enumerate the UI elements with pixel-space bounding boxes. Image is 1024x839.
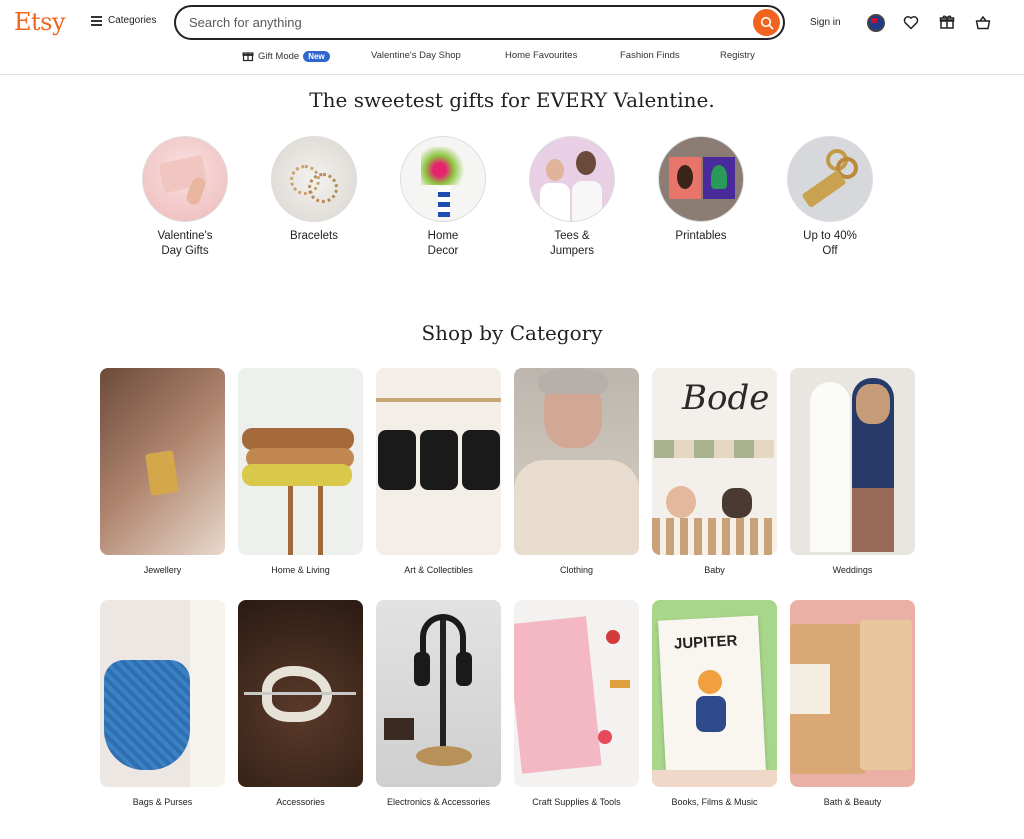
circle-image [400, 136, 486, 222]
subnav-gift-mode[interactable]: Gift Mode New [242, 50, 330, 62]
circle-label: Valentine's Day Gifts [157, 230, 213, 257]
sign-in-link[interactable]: Sign in [810, 17, 841, 28]
category-tile-craft-supplies-tools[interactable]: Craft Supplies & Tools [514, 600, 639, 807]
heart-icon [903, 15, 919, 29]
category-tile-books-films-music[interactable]: JUPITER Books, Films & Music [652, 600, 777, 807]
tile-label: Accessories [276, 797, 325, 807]
sub-navigation: Gift Mode New Valentine's Day Shop Home … [0, 50, 1024, 66]
tile-image [514, 368, 639, 555]
tile-label: Jewellery [143, 565, 182, 575]
tile-image [514, 600, 639, 787]
subnav-valentines-day-shop[interactable]: Valentine's Day Shop [371, 50, 461, 61]
tile-image [790, 600, 915, 787]
category-tile-accessories[interactable]: Accessories [238, 600, 363, 807]
tile-image [238, 368, 363, 555]
categories-button[interactable]: Categories [91, 15, 156, 26]
subnav-label: Registry [720, 50, 755, 61]
tile-image: JUPITER [652, 600, 777, 787]
tile-label: Art & Collectibles [404, 565, 473, 575]
subnav-label: Valentine's Day Shop [371, 50, 461, 61]
category-tile-bags-purses[interactable]: Bags & Purses [100, 600, 225, 807]
category-tile-weddings[interactable]: Weddings [790, 368, 915, 575]
search-bar [174, 5, 785, 40]
circle-label: Bracelets [290, 230, 338, 242]
circle-label: Tees & Jumpers [549, 230, 595, 257]
category-tile-home-living[interactable]: Home & Living [238, 368, 363, 575]
circle-home-decor[interactable]: Home Decor [393, 136, 493, 259]
circle-label: Printables [675, 230, 727, 242]
circle-tees-jumpers[interactable]: Tees & Jumpers [522, 136, 622, 259]
circle-image [787, 136, 873, 222]
tile-label: Bags & Purses [132, 797, 193, 807]
search-icon [760, 16, 773, 29]
categories-label: Categories [108, 15, 157, 26]
gift-icon [939, 15, 955, 29]
tile-label: Electronics & Accessories [386, 797, 491, 807]
etsy-logo[interactable]: Etsy [14, 8, 66, 36]
circle-valentines-day-gifts[interactable]: Valentine's Day Gifts [135, 136, 235, 259]
tile-label: Baby [704, 565, 725, 575]
subnav-registry[interactable]: Registry [720, 50, 755, 61]
category-tile-art-collectibles[interactable]: Art & Collectibles [376, 368, 501, 575]
subnav-label: Gift Mode [258, 50, 300, 62]
search-input[interactable] [189, 15, 729, 30]
circle-label: Home Decor [427, 230, 459, 257]
circle-up-to-40-off[interactable]: Up to 40% Off [780, 136, 880, 259]
gift-icon [242, 52, 254, 62]
circle-image [529, 136, 615, 222]
menu-icon [91, 16, 102, 26]
tile-label: Clothing [559, 565, 594, 575]
circle-image [658, 136, 744, 222]
tile-image [376, 368, 501, 555]
new-badge: New [303, 50, 330, 62]
tile-image [238, 600, 363, 787]
tile-label: Weddings [832, 565, 873, 575]
circle-image [142, 136, 228, 222]
category-tile-jewellery[interactable]: Jewellery [100, 368, 225, 575]
tile-label: Home & Living [271, 565, 330, 575]
tile-image [100, 368, 225, 555]
circle-label: Up to 40% Off [803, 230, 857, 257]
category-tile-baby[interactable]: Bode Baby [652, 368, 777, 575]
subnav-home-favourites[interactable]: Home Favourites [505, 50, 577, 61]
section-title: Shop by Category [421, 321, 603, 345]
subnav-fashion-finds[interactable]: Fashion Finds [620, 50, 680, 61]
category-tile-electronics-accessories[interactable]: Electronics & Accessories [376, 600, 501, 807]
tile-image [100, 600, 225, 787]
region-flag-icon[interactable] [867, 14, 885, 32]
gift-button[interactable] [938, 13, 956, 31]
category-tile-clothing[interactable]: Clothing [514, 368, 639, 575]
tile-image [790, 368, 915, 555]
subnav-label: Home Favourites [505, 50, 578, 61]
category-tile-bath-beauty[interactable]: Bath & Beauty [790, 600, 915, 807]
hero-title: The sweetest gifts for EVERY Valentine. [309, 88, 715, 112]
favorites-button[interactable] [902, 13, 920, 31]
circle-bracelets[interactable]: Bracelets [264, 136, 364, 244]
tile-label: Bath & Beauty [823, 797, 882, 807]
tile-label: Craft Supplies & Tools [532, 797, 621, 807]
circle-printables[interactable]: Printables [651, 136, 751, 244]
tile-image [376, 600, 501, 787]
subnav-label: Fashion Finds [620, 50, 680, 61]
cart-button[interactable] [974, 13, 992, 31]
basket-icon [975, 15, 991, 29]
circle-image [271, 136, 357, 222]
header: Etsy Categories Sign in Gift Mode New Va… [0, 0, 1024, 75]
tile-label: Books, Films & Music [671, 797, 758, 807]
tile-image: Bode [652, 368, 777, 555]
search-button[interactable] [753, 9, 780, 36]
